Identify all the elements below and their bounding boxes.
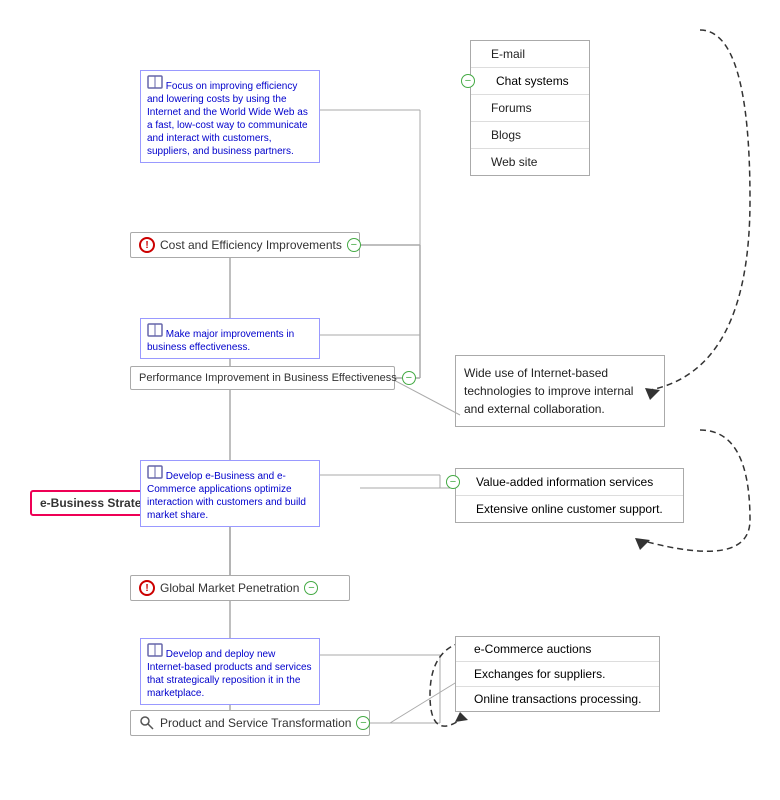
website-text: Web site: [491, 155, 537, 169]
online-transactions-text: Online transactions processing.: [474, 692, 641, 706]
perf-branch-node[interactable]: Performance Improvement in Business Effe…: [130, 366, 395, 390]
chat-systems-item: − Chat systems: [471, 68, 589, 95]
global-note: Develop e-Business and e-Commerce applic…: [140, 460, 320, 527]
blogs-text: Blogs: [491, 128, 521, 142]
cost-collapse-btn[interactable]: −: [347, 238, 361, 252]
leaf-forums: Forums: [471, 95, 589, 122]
collab-text-content: Wide use of Internet-based technologies …: [464, 366, 633, 416]
online-transactions-item: Online transactions processing.: [456, 687, 659, 711]
book-icon-cost: [147, 75, 163, 89]
forums-text: Forums: [491, 101, 532, 115]
exclaim-icon-global: !: [139, 580, 155, 596]
product-note-text: Develop and deploy new Internet-based pr…: [147, 649, 312, 699]
book-icon-product: [147, 643, 163, 657]
chat-collapse-btn[interactable]: −: [461, 74, 475, 88]
book-icon-global: [147, 465, 163, 479]
product-branch-node[interactable]: Product and Service Transformation −: [130, 710, 370, 736]
mind-map-canvas: e-Business Strategy − ! Cost and Efficie…: [0, 0, 780, 800]
value-text: Value-added information services: [476, 475, 653, 489]
customer-support-item: Extensive online customer support.: [456, 496, 683, 522]
global-note-text: Develop e-Business and e-Commerce applic…: [147, 471, 306, 521]
value-collapse-btn[interactable]: −: [446, 475, 460, 489]
collab-text-block: Wide use of Internet-based technologies …: [455, 355, 665, 427]
email-group-box: E-mail − Chat systems Forums Blogs Web s…: [470, 40, 590, 176]
book-icon-perf: [147, 323, 163, 337]
magnify-icon-product: [139, 715, 155, 731]
ecommerce-text: e-Commerce auctions: [474, 642, 591, 656]
exchanges-text: Exchanges for suppliers.: [474, 667, 605, 681]
cost-label: Cost and Efficiency Improvements: [160, 238, 342, 252]
perf-collapse-btn[interactable]: −: [402, 371, 416, 385]
exclaim-icon-cost: !: [139, 237, 155, 253]
global-label: Global Market Penetration: [160, 581, 299, 595]
chat-text: Chat systems: [491, 74, 569, 88]
product-collapse-btn[interactable]: −: [356, 716, 370, 730]
perf-note: Make major improvements in business effe…: [140, 318, 320, 359]
global-collapse-btn[interactable]: −: [304, 581, 318, 595]
exchanges-item: Exchanges for suppliers.: [456, 662, 659, 687]
leaf-email: E-mail: [471, 41, 589, 68]
value-item: − Value-added information services: [456, 469, 683, 496]
leaf-website: Web site: [471, 149, 589, 175]
global-branch-node[interactable]: ! Global Market Penetration −: [130, 575, 350, 601]
cost-note-text: Focus on improving efficiency and loweri…: [147, 81, 308, 157]
leaf-blogs: Blogs: [471, 122, 589, 149]
perf-note-text: Make major improvements in business effe…: [147, 329, 294, 353]
value-group-box: − Value-added information services Exten…: [455, 468, 684, 523]
perf-label: Performance Improvement in Business Effe…: [139, 372, 397, 384]
cost-note: Focus on improving efficiency and loweri…: [140, 70, 320, 163]
email-text: E-mail: [491, 47, 525, 61]
customer-support-text: Extensive online customer support.: [476, 502, 663, 516]
product-label: Product and Service Transformation: [160, 716, 351, 730]
ecommerce-group-box: e-Commerce auctions Exchanges for suppli…: [455, 636, 660, 712]
ecommerce-auctions-item: e-Commerce auctions: [456, 637, 659, 662]
product-note: Develop and deploy new Internet-based pr…: [140, 638, 320, 705]
root-label: e-Business Strategy: [40, 496, 155, 510]
cost-branch-node[interactable]: ! Cost and Efficiency Improvements −: [130, 232, 360, 258]
